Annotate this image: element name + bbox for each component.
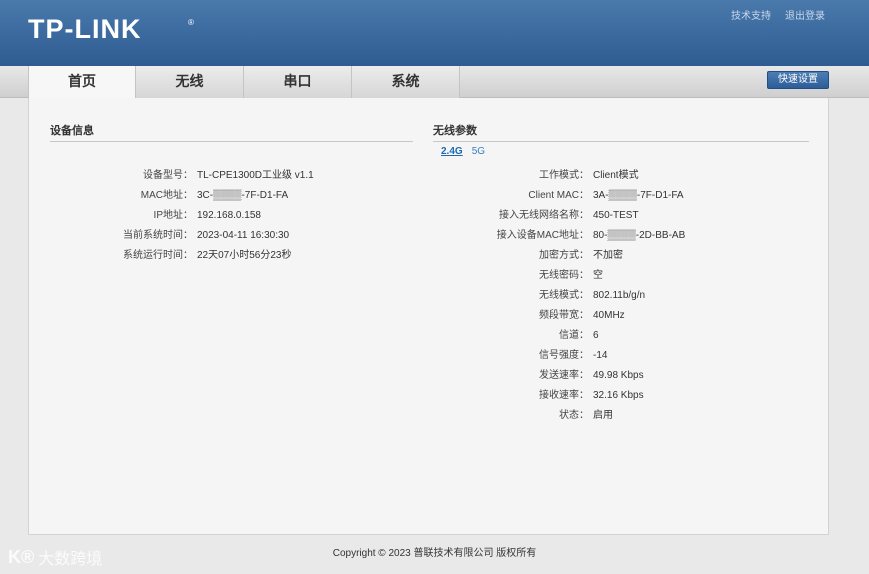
info-label: 无线密码： (539, 270, 589, 281)
info-row: 当前系统时间： 2023-04-11 16:30:30 (50, 230, 314, 250)
info-value: 空 (593, 270, 603, 281)
wireless-info-list: 工作模式： Client模式 Client MAC： 3A-▒▒▒▒-7F-D1-F… (433, 170, 685, 430)
info-label: 接入设备MAC地址： (496, 230, 589, 241)
info-label: 无线模式： (539, 290, 589, 301)
info-label: IP地址： (153, 210, 193, 221)
header: TP-LINK ® 技术支持 退出登录 (0, 0, 869, 66)
info-label: 信道： (559, 330, 589, 341)
copyright-footer: Copyright © 2023 普联技术有限公司 版权所有 (332, 548, 537, 559)
info-label: 接入无线网络名称： (499, 210, 589, 221)
info-row: MAC地址： 3C-▒▒▒▒-7F-D1-FA (50, 190, 314, 210)
info-value: 启用 (593, 410, 613, 421)
info-value: 40MHz (593, 310, 625, 321)
info-value: 不加密 (593, 250, 623, 261)
tab-home[interactable]: 首页 (28, 66, 136, 99)
info-label: 系统运行时间： (123, 250, 193, 261)
info-row: IP地址： 192.168.0.158 (50, 210, 314, 230)
logout-link[interactable]: 退出登录 (785, 7, 825, 22)
info-value: -14 (593, 350, 608, 361)
info-value: 450-TEST (593, 210, 639, 221)
info-row: 频段带宽： 40MHz (433, 310, 685, 330)
info-value: 80-▒▒▒▒-2D-BB-AB (593, 230, 686, 241)
info-value: 3C-▒▒▒▒-7F-D1-FA (197, 190, 289, 201)
info-row: 工作模式： Client模式 (433, 170, 685, 190)
info-row: 信号强度： -14 (433, 350, 685, 370)
info-label: 工作模式： (539, 170, 589, 181)
info-label: 状态： (559, 410, 589, 421)
info-row: 接收速率： 32.16 Kbps (433, 390, 685, 410)
info-value: 6 (593, 330, 599, 341)
info-row: 接入设备MAC地址： 80-▒▒▒▒-2D-BB-AB (433, 230, 685, 250)
info-value: 32.16 Kbps (593, 390, 644, 401)
content-panel: 设备信息 无线参数 2.4G 5G 设备型号： TL-CPE1300D工业级 v1… (28, 98, 829, 535)
info-value: 49.98 Kbps (593, 370, 644, 381)
info-value: 22天07小时56分23秒 (197, 250, 292, 261)
device-info-title: 设备信息 (50, 122, 413, 142)
info-value: TL-CPE1300D工业级 v1.1 (197, 170, 314, 181)
info-row: 无线密码： 空 (433, 270, 685, 290)
info-row: 无线模式： 802.11b/g/n (433, 290, 685, 310)
info-row: 设备型号： TL-CPE1300D工业级 v1.1 (50, 170, 314, 190)
main-tabs: 首页 无线 串口 系统 (28, 66, 460, 99)
top-links: 技术支持 退出登录 (731, 7, 825, 22)
watermark: K® 大数跨境 (8, 545, 102, 569)
info-row: Client MAC： 3A-▒▒▒▒-7F-D1-FA (433, 190, 685, 210)
band-switch: 2.4G 5G (441, 146, 485, 157)
info-label: 信号强度： (539, 350, 589, 361)
watermark-mark: K® (8, 546, 35, 567)
tp-link-logo: TP-LINK (28, 14, 142, 44)
info-value: 2023-04-11 16:30:30 (197, 230, 290, 241)
info-label: 发送速率： (539, 370, 589, 381)
info-value: 192.168.0.158 (197, 210, 261, 221)
info-row: 状态： 启用 (433, 410, 685, 430)
support-link[interactable]: 技术支持 (731, 7, 771, 22)
tab-serial[interactable]: 串口 (244, 66, 352, 98)
band-2g-link[interactable]: 2.4G (441, 146, 463, 157)
tab-system[interactable]: 系统 (352, 66, 460, 98)
info-row: 加密方式： 不加密 (433, 250, 685, 270)
info-label: 频段带宽： (539, 310, 589, 321)
band-5g-link[interactable]: 5G (472, 146, 485, 157)
wireless-params-title: 无线参数 (433, 122, 809, 142)
registered-mark: ® (188, 18, 194, 27)
info-label: MAC地址： (140, 190, 193, 201)
device-info-list: 设备型号： TL-CPE1300D工业级 v1.1 MAC地址： 3C-▒▒▒▒-7… (50, 170, 314, 270)
info-row: 接入无线网络名称： 450-TEST (433, 210, 685, 230)
info-label: Client MAC： (528, 190, 589, 201)
info-label: 当前系统时间： (123, 230, 193, 241)
tab-wireless[interactable]: 无线 (136, 66, 244, 98)
watermark-text: 大数跨境 (38, 551, 103, 568)
info-label: 设备型号： (143, 170, 193, 181)
info-value: 802.11b/g/n (593, 290, 646, 301)
tab-bar: 首页 无线 串口 系统 快速设置 (0, 66, 869, 99)
info-row: 系统运行时间： 22天07小时56分23秒 (50, 250, 314, 270)
info-label: 接收速率： (539, 390, 589, 401)
info-value: 3A-▒▒▒▒-7F-D1-FA (593, 190, 684, 201)
info-row: 信道： 6 (433, 330, 685, 350)
info-value: Client模式 (593, 170, 639, 181)
quick-setup-button[interactable]: 快速设置 (767, 71, 829, 89)
info-row: 发送速率： 49.98 Kbps (433, 370, 685, 390)
info-label: 加密方式： (539, 250, 589, 261)
